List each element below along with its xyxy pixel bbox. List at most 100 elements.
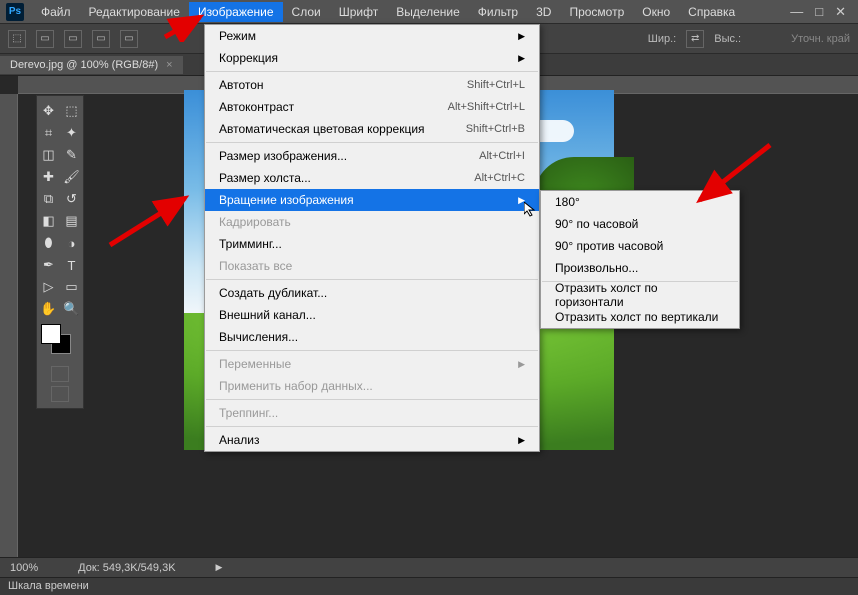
menu-файл[interactable]: Файл (32, 2, 80, 22)
image-menu-item[interactable]: Внешний канал... (205, 304, 539, 326)
menu-изображение[interactable]: Изображение (189, 2, 283, 22)
menu-separator (206, 142, 538, 143)
image-menu-item[interactable]: Коррекция▶ (205, 47, 539, 69)
menu-3d[interactable]: 3D (527, 2, 560, 22)
image-menu-item[interactable]: Автоматическая цветовая коррекцияShift+C… (205, 118, 539, 140)
submenu-arrow-icon: ▶ (518, 31, 525, 42)
tool-magic-wand[interactable]: ✦ (60, 122, 83, 144)
rotate-submenu-item[interactable]: Отразить холст по горизонтали (541, 284, 739, 306)
timeline-label: Шкала времени (8, 580, 89, 592)
selection-intersect-icon[interactable]: ▭ (120, 30, 138, 48)
menu-выделение[interactable]: Выделение (387, 2, 469, 22)
tool-eyedropper[interactable]: ✎ (60, 144, 83, 166)
quick-mask-button[interactable] (51, 366, 69, 382)
menu-item-label: Создать дубликат... (219, 286, 327, 300)
selection-new-icon[interactable]: ▭ (36, 30, 54, 48)
image-menu-item: Применить набор данных... (205, 375, 539, 397)
minimize-button[interactable]: — (790, 4, 803, 20)
refine-edge-button[interactable]: Уточн. край (791, 33, 850, 45)
selection-subtract-icon[interactable]: ▭ (92, 30, 110, 48)
submenu-arrow-icon: ▶ (518, 435, 525, 446)
rotate-submenu-item[interactable]: Отразить холст по вертикали (541, 306, 739, 328)
tool-rectangle[interactable]: ▭ (60, 276, 83, 298)
image-menu-dropdown: Режим▶Коррекция▶АвтотонShift+Ctrl+LАвток… (204, 24, 540, 452)
color-swatch[interactable] (37, 320, 83, 364)
swap-dimensions-icon[interactable]: ⇄ (686, 30, 704, 48)
menu-item-label: Применить набор данных... (219, 379, 373, 393)
rotate-submenu-item[interactable]: 180° (541, 191, 739, 213)
rotate-submenu-item[interactable]: 90° по часовой (541, 213, 739, 235)
image-menu-item[interactable]: Режим ▶ (205, 25, 539, 47)
status-bar: 100% Док: 549,3K/549,3K ▶ (0, 557, 858, 577)
tool-preset-icon[interactable]: ⬚ (8, 30, 26, 48)
document-tab[interactable]: Derevo.jpg @ 100% (RGB/8#) × (0, 56, 183, 74)
tool-spot-heal[interactable]: ✚ (37, 166, 60, 188)
tool-dodge[interactable]: ◑ (60, 232, 83, 254)
image-menu-item[interactable]: Анализ▶ (205, 429, 539, 451)
maximize-button[interactable]: □ (815, 4, 823, 20)
image-menu-item[interactable]: Тримминг... (205, 233, 539, 255)
image-menu-item[interactable]: Создать дубликат... (205, 282, 539, 304)
image-menu-item[interactable]: Вращение изображения ▶ (205, 189, 539, 211)
tool-history-brush[interactable]: ↺ (60, 188, 83, 210)
tool-blur[interactable]: ⬮ (37, 232, 60, 254)
tool-type[interactable]: T (60, 254, 83, 276)
app-logo: Ps (6, 3, 24, 21)
image-menu-item[interactable]: Размер изображения...Alt+Ctrl+I (205, 145, 539, 167)
tool-gradient[interactable]: ▤ (60, 210, 83, 232)
rotate-submenu: 180° 90° по часовой 90° против часовой Прои… (540, 190, 740, 329)
tool-pen[interactable]: ✒ (37, 254, 60, 276)
menu-shortcut: Alt+Ctrl+C (474, 172, 525, 184)
tool-path-select[interactable]: ▷ (37, 276, 60, 298)
tool-move[interactable]: ✥ (37, 100, 60, 122)
tool-crop[interactable]: ◫ (37, 144, 60, 166)
rotate-submenu-item[interactable]: Произвольно... (541, 257, 739, 279)
menu-окно[interactable]: Окно (633, 2, 679, 22)
rotate-submenu-item[interactable]: 90° против часовой (541, 235, 739, 257)
menu-слои[interactable]: Слои (283, 2, 330, 22)
menu-редактирование[interactable]: Редактирование (80, 2, 189, 22)
close-button[interactable]: ✕ (835, 4, 846, 20)
menu-item-label: Автоконтраст (219, 100, 294, 114)
timeline-panel[interactable]: Шкала времени (0, 577, 858, 595)
submenu-arrow-icon: ▶ (518, 195, 525, 206)
menu-item-label: Показать все (219, 259, 292, 273)
image-menu-item[interactable]: Размер холста... Alt+Ctrl+C (205, 167, 539, 189)
menu-item-label: Автотон (219, 78, 264, 92)
menu-item-label: 180° (555, 195, 580, 209)
menu-фильтр[interactable]: Фильтр (469, 2, 527, 22)
menu-item-label: Переменные (219, 357, 291, 371)
tool-zoom[interactable]: 🔍 (60, 298, 83, 320)
menu-item-label: Тримминг... (219, 237, 282, 251)
menu-item-label: Внешний канал... (219, 308, 316, 322)
tool-marquee[interactable]: ⬚ (60, 100, 83, 122)
menu-item-label: Вращение изображения (219, 193, 354, 207)
menu-item-label: 90° против часовой (555, 239, 663, 253)
submenu-arrow-icon: ▶ (518, 359, 525, 370)
menu-шрифт[interactable]: Шрифт (330, 2, 387, 22)
menu-item-label: Размер холста... (219, 171, 311, 185)
image-menu-item: Треппинг... (205, 402, 539, 424)
tool-hand[interactable]: ✋ (37, 298, 60, 320)
tool-stamp[interactable]: ⧉ (37, 188, 60, 210)
doc-size-arrow-icon[interactable]: ▶ (216, 562, 223, 573)
width-label: Шир.: (648, 33, 676, 45)
image-menu-item[interactable]: Вычисления... (205, 326, 539, 348)
menu-separator (206, 399, 538, 400)
tool-eraser[interactable]: ◧ (37, 210, 60, 232)
close-tab-icon[interactable]: × (166, 59, 172, 71)
menu-справка[interactable]: Справка (679, 2, 744, 22)
swatch-foreground[interactable] (41, 324, 61, 344)
tool-lasso[interactable]: ⌗ (37, 122, 60, 144)
image-menu-item[interactable]: АвтотонShift+Ctrl+L (205, 74, 539, 96)
menu-item-label: Режим (219, 29, 256, 43)
window-controls: — □ ✕ (790, 4, 858, 20)
menu-просмотр[interactable]: Просмотр (560, 2, 633, 22)
zoom-level[interactable]: 100% (10, 562, 38, 574)
screen-mode-button[interactable] (51, 386, 69, 402)
menubar: Ps ФайлРедактированиеИзображениеСлоиШриф… (0, 0, 858, 24)
selection-add-icon[interactable]: ▭ (64, 30, 82, 48)
image-menu-item[interactable]: АвтоконтрастAlt+Shift+Ctrl+L (205, 96, 539, 118)
ruler-vertical (0, 94, 18, 557)
tool-brush[interactable]: 🖌 (60, 166, 83, 188)
